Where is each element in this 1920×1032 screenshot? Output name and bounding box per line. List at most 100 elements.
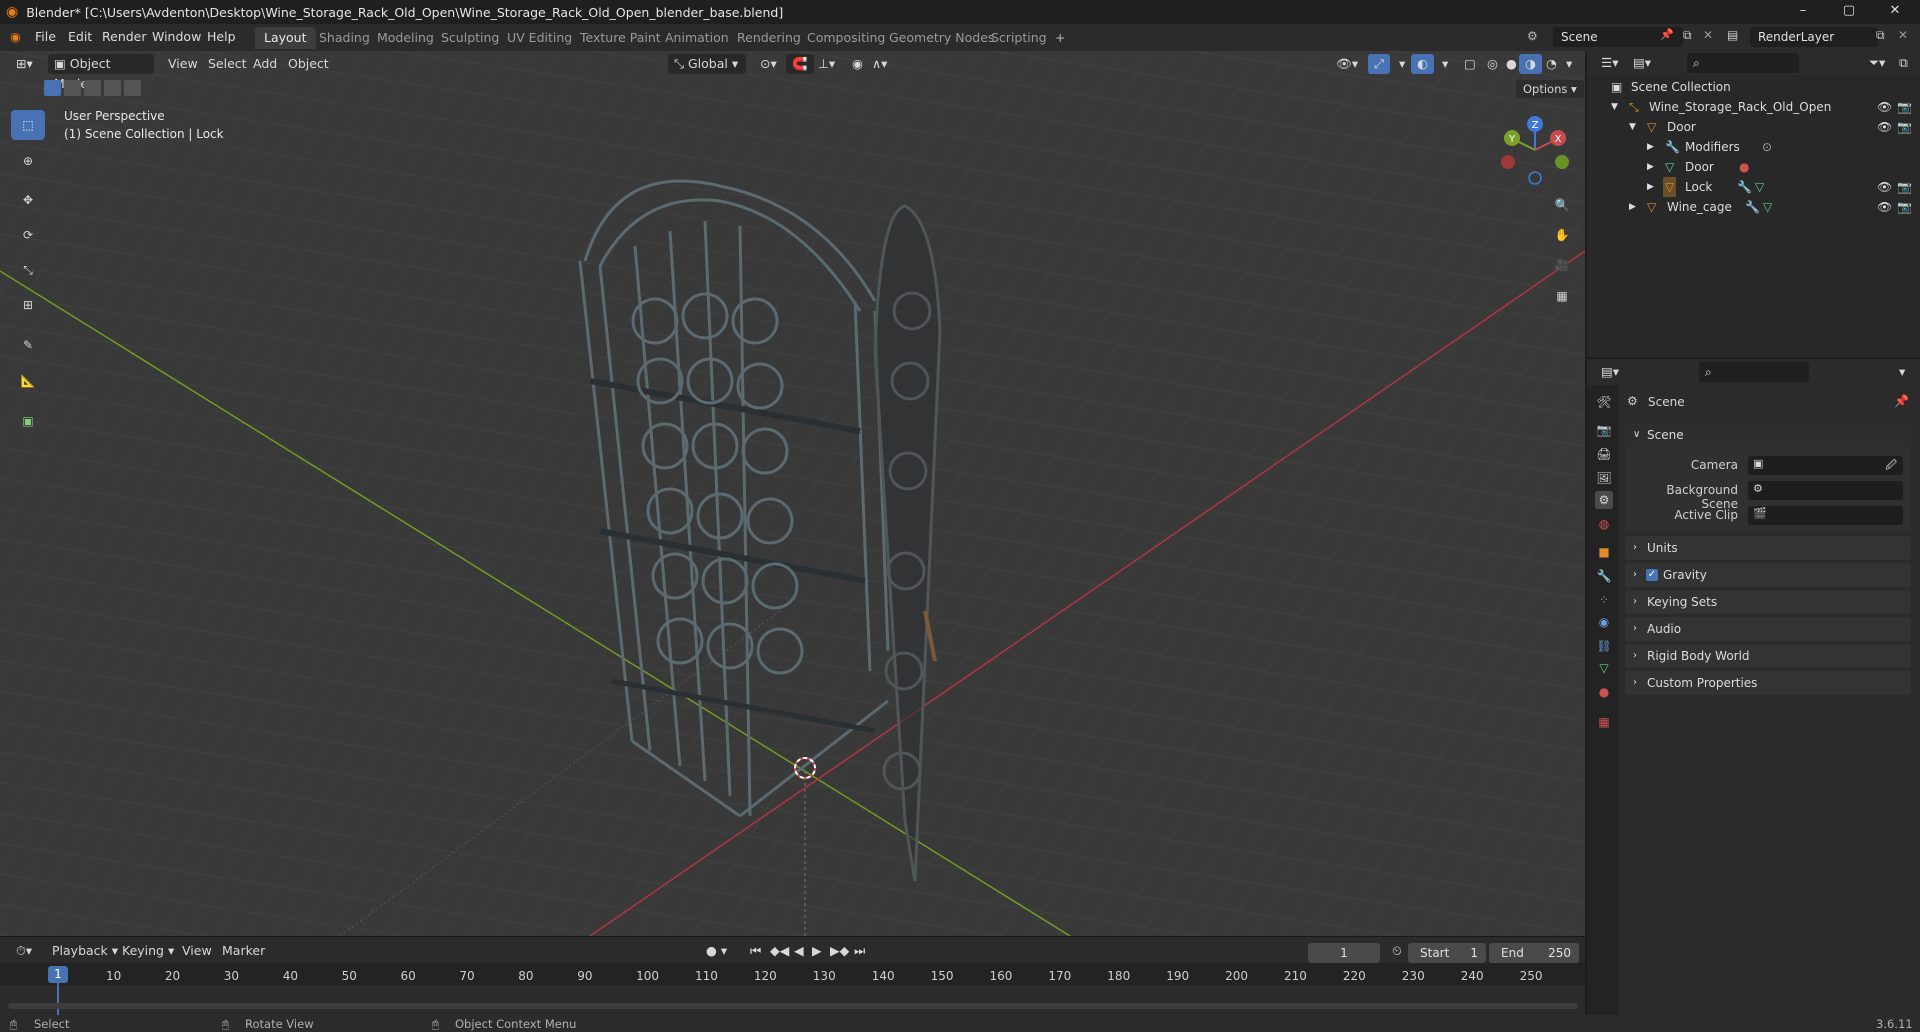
- camera-visibility-icon[interactable]: 📷: [1897, 197, 1912, 217]
- menu-select[interactable]: Select: [202, 54, 253, 74]
- expand-arrow-icon[interactable]: ▶: [1647, 137, 1654, 157]
- zoom-icon[interactable]: 🔍: [1548, 191, 1576, 219]
- scale-tool-icon[interactable]: ⤡: [11, 255, 45, 285]
- scene-type-icon[interactable]: ⚙: [1527, 29, 1538, 43]
- outliner-editor-icon[interactable]: ☰▾: [1595, 53, 1624, 73]
- ortho-grid-icon[interactable]: ▦: [1548, 282, 1576, 310]
- select-box-tool-icon[interactable]: ⬚: [11, 110, 45, 140]
- measure-tool-icon[interactable]: 📐: [11, 366, 45, 396]
- pan-hand-icon[interactable]: ✋: [1548, 221, 1576, 249]
- active-clip-field[interactable]: 🎬: [1748, 506, 1903, 525]
- outliner[interactable]: ☰▾ ▤▾ ⌕ ⏷▾ ⧉ ▣ Scene Collection ▼ ⤡ Wine…: [1587, 51, 1920, 357]
- tab-sculpting[interactable]: Sculpting: [432, 27, 508, 49]
- menu-keying[interactable]: Keying ▾: [116, 941, 180, 961]
- expand-arrow-icon[interactable]: ▼: [1611, 97, 1618, 117]
- 3d-viewport[interactable]: [0, 51, 1585, 936]
- properties-editor-icon[interactable]: ▤▾: [1595, 362, 1625, 382]
- properties-search-input[interactable]: ⌕: [1699, 362, 1809, 382]
- filter-icon[interactable]: ⏷▾: [1863, 53, 1891, 73]
- outliner-item-wine-cage[interactable]: ▶ ▽ Wine_cage 🔧 ▽ 👁 📷: [1587, 197, 1920, 217]
- menu-object[interactable]: Object: [282, 54, 335, 74]
- expand-arrow-icon[interactable]: ▶: [1629, 197, 1636, 217]
- eye-icon[interactable]: 👁: [1877, 197, 1892, 217]
- navigation-gizmo[interactable]: Z X Y: [1500, 115, 1570, 185]
- menu-render[interactable]: Render: [102, 29, 147, 44]
- rotate-tool-icon[interactable]: ⟳: [11, 220, 45, 250]
- render-tab-icon[interactable]: 📷: [1595, 421, 1613, 439]
- custom-properties-panel[interactable]: › Custom Properties: [1625, 671, 1911, 695]
- start-frame-field[interactable]: Start 1: [1408, 943, 1486, 963]
- gravity-panel[interactable]: › ✓ Gravity: [1625, 563, 1911, 587]
- tab-layout[interactable]: Layout: [255, 27, 316, 49]
- expand-arrow-icon[interactable]: ▶: [1647, 177, 1654, 197]
- overlay-toggle-icon[interactable]: ◐: [1411, 54, 1434, 74]
- gizmo-toggle-icon[interactable]: ⤢: [1368, 54, 1391, 74]
- menu-timeline-view[interactable]: View: [176, 941, 218, 961]
- eyedropper-icon[interactable]: 🖉: [1885, 457, 1897, 476]
- falloff-icon[interactable]: ∧▾: [866, 54, 893, 74]
- xray-icon[interactable]: ▢: [1458, 54, 1482, 74]
- new-view-layer-icon[interactable]: ⧉: [1876, 28, 1885, 43]
- select-subtract-icon[interactable]: [84, 80, 101, 96]
- delete-view-layer-icon[interactable]: ✕: [1898, 28, 1908, 42]
- audio-panel[interactable]: › Audio: [1625, 617, 1911, 641]
- menu-help[interactable]: Help: [207, 29, 236, 44]
- gizmo-dropdown-icon[interactable]: ▾: [1393, 54, 1411, 74]
- menu-file[interactable]: File: [35, 29, 56, 44]
- select-invert-icon[interactable]: [104, 80, 121, 96]
- view-layer-icon[interactable]: ▤: [1727, 28, 1738, 42]
- view-layer-selector[interactable]: RenderLayer: [1750, 27, 1878, 47]
- material-preview-icon[interactable]: ◑: [1519, 54, 1542, 74]
- tab-animation[interactable]: Animation: [656, 27, 738, 49]
- outliner-item-modifiers[interactable]: ▶ 🔧 Modifiers ⊙: [1587, 137, 1920, 157]
- close-button[interactable]: ✕: [1872, 0, 1918, 24]
- camera-visibility-icon[interactable]: 📷: [1897, 97, 1912, 117]
- camera-field[interactable]: ▣ 🖉: [1748, 456, 1903, 475]
- tool-tab-icon[interactable]: 🛠: [1595, 393, 1613, 411]
- outliner-search-input[interactable]: ⌕: [1687, 53, 1799, 73]
- outliner-scene-collection[interactable]: ▣ Scene Collection: [1587, 77, 1920, 97]
- scene-panel-header[interactable]: ∨ Scene: [1625, 423, 1911, 447]
- transform-orientation-dropdown[interactable]: ⤡ Global ▾: [668, 54, 746, 74]
- constraints-tab-icon[interactable]: ⛓: [1595, 637, 1613, 655]
- camera-view-icon[interactable]: 🎥: [1548, 251, 1576, 279]
- current-frame-field[interactable]: 1: [1308, 943, 1380, 963]
- select-intersect-icon[interactable]: [124, 80, 141, 96]
- properties-options-icon[interactable]: ▾: [1893, 362, 1911, 382]
- pin-icon[interactable]: 📌: [1660, 28, 1674, 41]
- outliner-item-lock[interactable]: ▶ ▽ Lock 🔧 ▽ 👁 📷: [1587, 177, 1920, 197]
- visibility-icon[interactable]: 👁▾: [1330, 54, 1364, 74]
- modifier-tab-icon[interactable]: 🔧: [1595, 567, 1613, 585]
- new-scene-icon[interactable]: ⧉: [1683, 28, 1692, 43]
- options-dropdown[interactable]: Options ▾: [1516, 80, 1584, 98]
- material-tab-icon[interactable]: ●: [1595, 683, 1613, 701]
- minimize-button[interactable]: –: [1780, 0, 1826, 24]
- expand-arrow-icon[interactable]: ▼: [1629, 117, 1636, 137]
- viewport-canvas[interactable]: [0, 51, 1585, 936]
- add-cube-tool-icon[interactable]: ▣: [11, 406, 45, 436]
- menu-marker[interactable]: Marker: [216, 941, 271, 961]
- snap-toggle-icon[interactable]: 🧲: [786, 54, 814, 74]
- jump-end-icon[interactable]: ⏭: [848, 941, 871, 961]
- editor-type-icon[interactable]: ⊞▾: [10, 54, 39, 74]
- select-new-icon[interactable]: [44, 80, 61, 96]
- pivot-point-icon[interactable]: ⊙▾: [754, 54, 783, 74]
- eye-icon[interactable]: 👁: [1877, 97, 1892, 117]
- record-icon[interactable]: ● ▾: [700, 941, 733, 961]
- menu-edit[interactable]: Edit: [68, 29, 92, 44]
- menu-window[interactable]: Window: [152, 29, 201, 44]
- timeline-scrollbar[interactable]: [8, 1003, 1578, 1009]
- menu-add[interactable]: Add: [247, 54, 283, 74]
- tab-texture-paint[interactable]: Texture Paint: [571, 27, 670, 49]
- playhead-marker[interactable]: 1: [48, 966, 68, 983]
- output-tab-icon[interactable]: 🖨: [1595, 445, 1613, 463]
- transform-tool-icon[interactable]: ⊞: [11, 290, 45, 320]
- camera-visibility-icon[interactable]: 📷: [1897, 177, 1912, 197]
- object-tab-icon[interactable]: ■: [1595, 543, 1613, 561]
- annotate-tool-icon[interactable]: ✎: [11, 330, 45, 360]
- physics-tab-icon[interactable]: ◉: [1595, 613, 1613, 631]
- expand-arrow-icon[interactable]: ▶: [1647, 157, 1654, 177]
- particles-tab-icon[interactable]: ⁘: [1595, 591, 1613, 609]
- data-tab-icon[interactable]: ▽: [1595, 659, 1613, 677]
- snap-target-icon[interactable]: ⊥▾: [812, 54, 841, 74]
